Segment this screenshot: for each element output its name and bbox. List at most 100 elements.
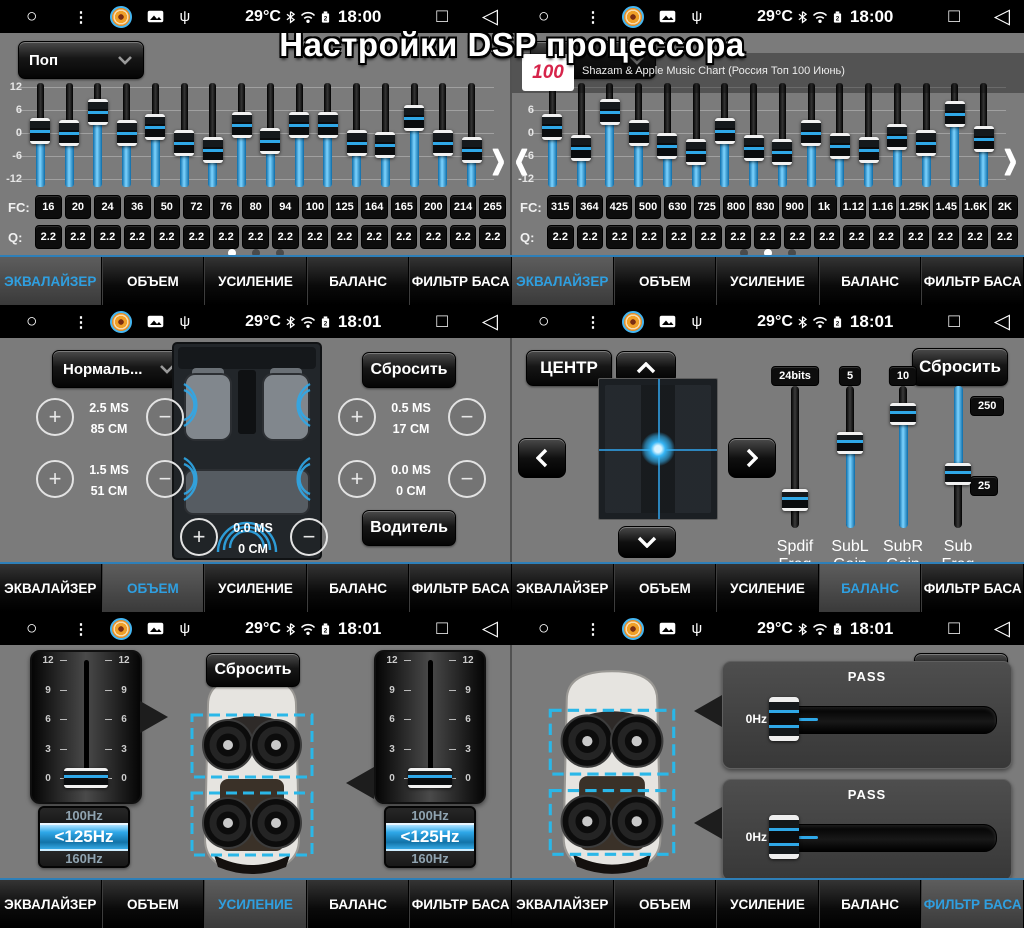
slider-handle[interactable] [837, 432, 863, 454]
increase-button[interactable]: + [36, 398, 74, 436]
eq-band-slider[interactable] [854, 83, 883, 187]
back-button[interactable]: ◁ [994, 309, 1010, 334]
q-value[interactable]: 2.2 [606, 225, 633, 249]
q-value[interactable]: 2.2 [666, 225, 693, 249]
gain-slider-handle[interactable] [408, 768, 452, 788]
tab-equalizer[interactable]: ЭКВАЛАЙЗЕР [0, 564, 102, 612]
eq-slider-handle[interactable] [88, 99, 108, 125]
fc-value[interactable]: 1.16 [869, 195, 895, 219]
front-gain-slider[interactable]: 121299663300 [30, 650, 142, 804]
q-value[interactable]: 2.2 [962, 225, 989, 249]
fc-value[interactable]: 76 [213, 195, 240, 219]
eq-slider-handle[interactable] [174, 130, 194, 156]
q-value[interactable]: 2.2 [154, 225, 181, 249]
q-value[interactable]: 2.2 [754, 225, 781, 249]
app-logo-icon[interactable] [110, 618, 132, 640]
eq-band-slider[interactable] [141, 83, 170, 187]
fc-value[interactable]: 1.12 [840, 195, 866, 219]
tab-equalizer[interactable]: ЭКВАЛАЙЗЕР [512, 564, 614, 612]
eq-band-slider[interactable] [256, 83, 285, 187]
eq-slider-handle[interactable] [859, 137, 879, 163]
tab-volume[interactable]: ОБЪЕМ [102, 880, 205, 928]
eq-slider-handle[interactable] [347, 130, 367, 156]
back-button[interactable]: ◁ [994, 616, 1010, 641]
eq-band-slider[interactable] [314, 83, 343, 187]
eq-band-slider[interactable] [682, 83, 711, 187]
q-value[interactable]: 2.2 [391, 225, 418, 249]
tab-volume[interactable]: ОБЪЕМ [614, 564, 717, 612]
recents-button[interactable]: □ [436, 6, 447, 28]
fc-value[interactable]: 24 [94, 195, 121, 219]
eq-band-slider[interactable] [457, 83, 486, 187]
crossover-freq-picker[interactable]: 100Hz<125Hz160Hz [384, 806, 476, 868]
eq-slider-handle[interactable] [59, 120, 79, 146]
tab-gain[interactable]: УСИЛЕНИЕ [204, 564, 307, 612]
eq-slider-handle[interactable] [232, 112, 252, 138]
tab-equalizer[interactable]: ЭКВАЛАЙЗЕР [0, 257, 102, 305]
q-value[interactable]: 2.2 [479, 225, 506, 249]
app-logo-icon[interactable] [622, 311, 644, 333]
menu-dots-button[interactable]: ⋮ [585, 8, 600, 26]
increase-button[interactable]: + [338, 460, 376, 498]
tab-gain[interactable]: УСИЛЕНИЕ [716, 257, 819, 305]
fc-value[interactable]: 164 [361, 195, 388, 219]
eq-band-slider[interactable] [912, 83, 941, 187]
slider-handle[interactable] [782, 489, 808, 511]
eq-band-slider[interactable] [55, 83, 84, 187]
menu-dots-button[interactable]: ⋮ [73, 620, 88, 638]
app-logo-icon[interactable] [110, 311, 132, 333]
eq-band-slider[interactable] [653, 83, 682, 187]
tab-bass-filter[interactable]: ФИЛЬТР БАСА [409, 564, 512, 612]
freq-option[interactable]: 100Hz [40, 808, 128, 823]
recents-button[interactable]: □ [436, 311, 447, 333]
eq-slider-handle[interactable] [404, 105, 424, 131]
eq-slider-handle[interactable] [318, 112, 338, 138]
filter-slider-handle[interactable] [769, 815, 799, 859]
tab-gain[interactable]: УСИЛЕНИЕ [204, 257, 307, 305]
recents-button[interactable]: □ [436, 618, 447, 640]
app-logo-icon[interactable] [110, 6, 132, 28]
eq-band-slider[interactable] [285, 83, 314, 187]
freq-option[interactable]: <125Hz [40, 823, 128, 852]
fc-value[interactable]: 830 [752, 195, 778, 219]
tab-gain[interactable]: УСИЛЕНИЕ [204, 880, 307, 928]
q-value[interactable]: 2.2 [725, 225, 752, 249]
eq-band-slider[interactable] [26, 83, 55, 187]
home-button[interactable]: ○ [26, 7, 37, 26]
q-value[interactable]: 2.2 [361, 225, 388, 249]
tab-gain[interactable]: УСИЛЕНИЕ [716, 564, 819, 612]
q-value[interactable]: 2.2 [547, 225, 574, 249]
q-value[interactable]: 2.2 [991, 225, 1018, 249]
decrease-button[interactable]: − [146, 398, 184, 436]
eq-slider-handle[interactable] [887, 124, 907, 150]
eq-band-slider[interactable] [826, 83, 855, 187]
q-value[interactable]: 2.2 [932, 225, 959, 249]
fc-value[interactable]: 265 [479, 195, 506, 219]
eq-slider-handle[interactable] [715, 118, 735, 144]
rear-gain-slider[interactable]: 121299663300 [374, 650, 486, 804]
tab-bass-filter[interactable]: ФИЛЬТР БАСА [409, 257, 512, 305]
q-value[interactable]: 2.2 [65, 225, 92, 249]
fc-value[interactable]: 2K [992, 195, 1018, 219]
fc-value[interactable]: 50 [154, 195, 181, 219]
increase-button[interactable]: + [338, 398, 376, 436]
balance-slider[interactable]: 25025Sub Freq [928, 366, 988, 578]
menu-dots-button[interactable]: ⋮ [585, 620, 600, 638]
eq-band-slider[interactable] [596, 83, 625, 187]
eq-band-slider[interactable] [883, 83, 912, 187]
q-value[interactable]: 2.2 [814, 225, 841, 249]
eq-slider-handle[interactable] [772, 139, 792, 165]
filter-slider-handle[interactable] [769, 697, 799, 741]
q-value[interactable]: 2.2 [784, 225, 811, 249]
eq-slider-handle[interactable] [945, 101, 965, 127]
eq-band-slider[interactable] [739, 83, 768, 187]
eq-slider-handle[interactable] [260, 128, 280, 154]
app-logo-icon[interactable] [622, 618, 644, 640]
fc-value[interactable]: 94 [272, 195, 299, 219]
recents-button[interactable]: □ [948, 311, 959, 333]
decrease-button[interactable]: − [448, 398, 486, 436]
eq-band-slider[interactable] [112, 83, 141, 187]
balance-slider[interactable]: 24bitsSpdif Freq [765, 366, 825, 578]
fc-value[interactable]: 725 [694, 195, 720, 219]
tab-balance[interactable]: БАЛАНС [819, 564, 922, 612]
